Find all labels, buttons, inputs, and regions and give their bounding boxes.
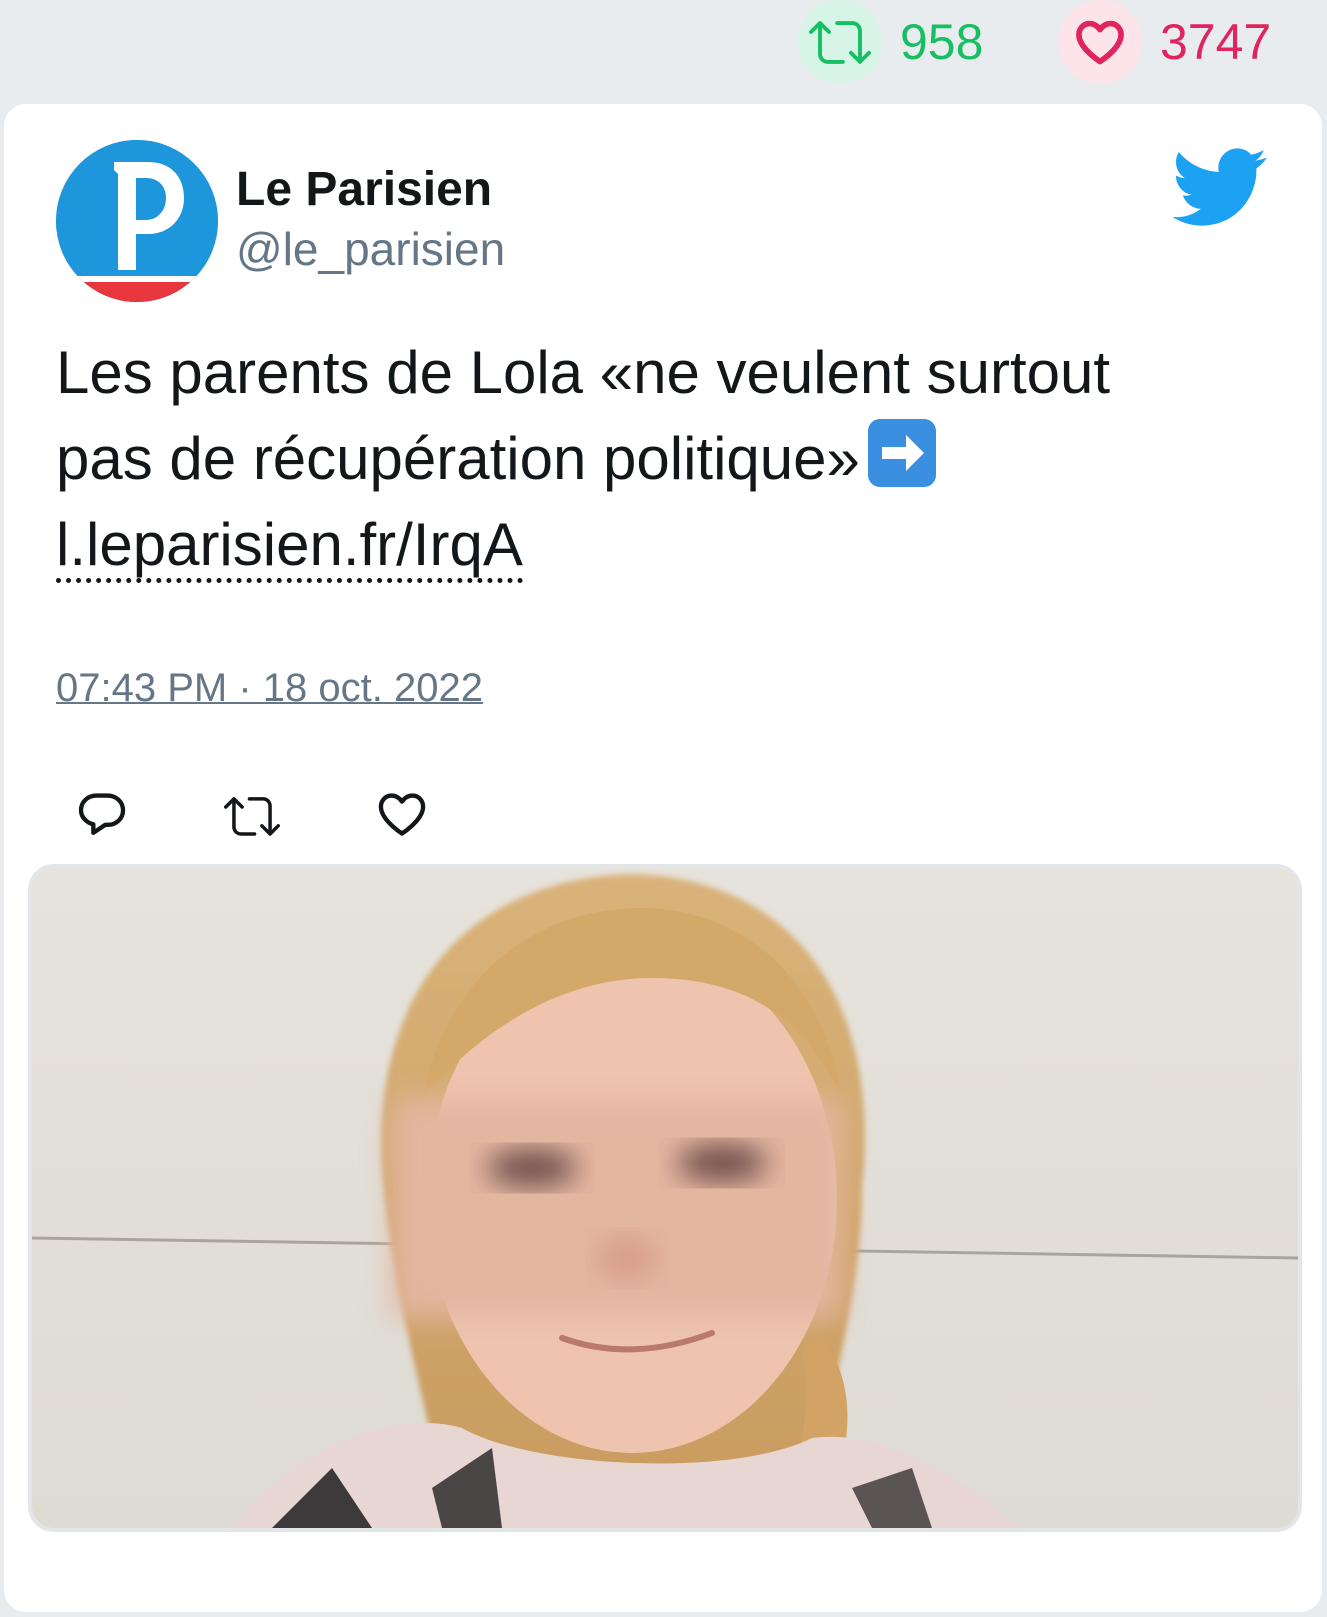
tweet-media-photo[interactable]: [28, 864, 1302, 1532]
reply-button[interactable]: [76, 788, 128, 845]
tweet-text-line2: pas de récupération politique»: [56, 425, 860, 492]
like-count: 3747: [1160, 14, 1272, 70]
engagement-stats-bar: 958 3747: [0, 0, 1327, 100]
like-stat[interactable]: 3747: [1058, 0, 1271, 84]
like-button[interactable]: [376, 788, 428, 845]
le-parisien-logo-icon: [56, 140, 218, 302]
retweet-button[interactable]: [224, 788, 280, 849]
right-arrow-emoji-icon: [867, 419, 936, 487]
retweet-stat[interactable]: 958: [798, 0, 983, 84]
tweet-card: Le Parisien @le_parisien Les parents de …: [4, 104, 1322, 1612]
retweet-count: 958: [900, 14, 984, 70]
twitter-bird-icon: [1172, 148, 1267, 226]
like-stat-circle: [1058, 0, 1142, 84]
photo-image: [32, 868, 1298, 1528]
retweet-icon: [224, 797, 280, 836]
heart-icon: [1076, 20, 1124, 65]
tweet-link[interactable]: l.leparisien.fr/IrqA: [56, 511, 523, 583]
retweet-icon: [809, 21, 871, 64]
tweet-text: Les parents de Lola «ne veulent surtout …: [56, 330, 1286, 588]
display-name[interactable]: Le Parisien: [236, 162, 492, 217]
user-handle[interactable]: @le_parisien: [236, 222, 505, 276]
tweet-timestamp[interactable]: 07:43 PM · 18 oct. 2022: [56, 666, 483, 711]
reply-icon: [78, 793, 126, 836]
twitter-brand[interactable]: [1172, 148, 1268, 233]
tweet-text-line1: Les parents de Lola «ne veulent surtout: [56, 339, 1111, 406]
retweet-stat-circle: [798, 0, 882, 84]
avatar[interactable]: [56, 140, 218, 302]
heart-icon: [378, 793, 426, 836]
